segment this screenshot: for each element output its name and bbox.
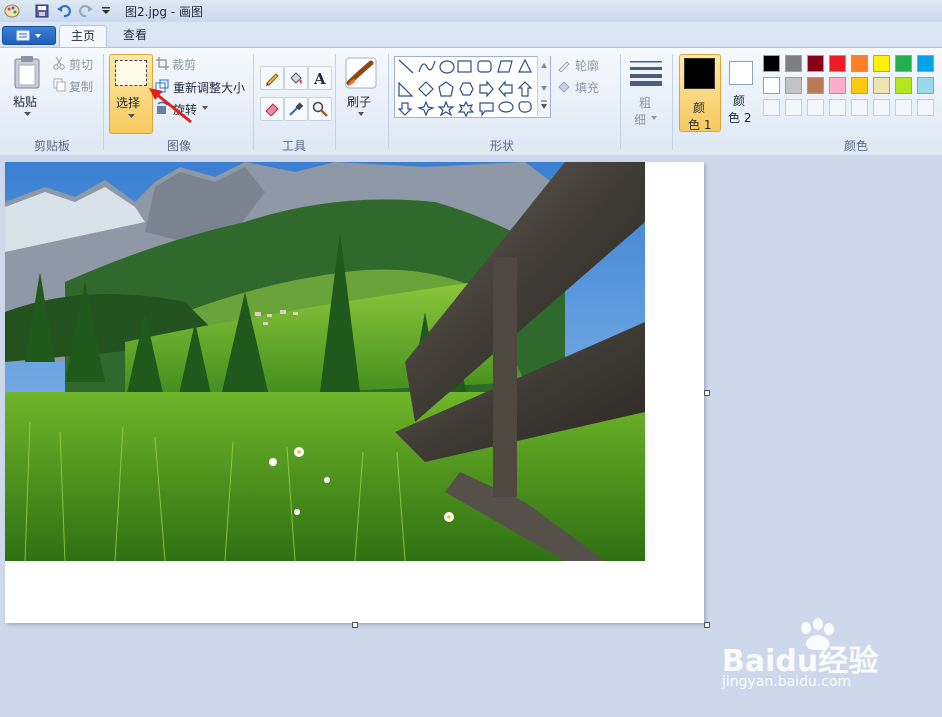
title-bar: 图2.jpg - 画图 [0, 0, 942, 23]
palette-swatch[interactable] [829, 77, 846, 94]
palette-swatch[interactable] [895, 99, 912, 116]
palette-swatch[interactable] [829, 99, 846, 116]
group-divider [620, 54, 621, 150]
palette-swatch[interactable] [851, 55, 868, 72]
palette-swatch[interactable] [917, 99, 934, 116]
window-title: 图2.jpg - 画图 [125, 5, 203, 19]
tab-view[interactable]: 查看 [112, 25, 158, 47]
cut-button[interactable]: 剪切 [69, 56, 93, 73]
palette-swatch[interactable] [895, 55, 912, 72]
watermark-url: jingyan.baidu.com [722, 674, 852, 690]
color-2-swatch[interactable] [729, 61, 753, 85]
paste-button[interactable]: 粘贴 [13, 93, 37, 110]
shapes-scrollbar[interactable] [537, 56, 550, 116]
palette-swatch[interactable] [785, 99, 802, 116]
colors-group-label: 颜色 [843, 139, 868, 153]
text-icon[interactable]: A [308, 66, 332, 90]
resize-handle-right[interactable] [704, 390, 710, 396]
crop-icon [155, 56, 169, 70]
eraser-icon[interactable] [260, 97, 284, 121]
palette-swatch[interactable] [785, 77, 802, 94]
color-picker-icon[interactable] [284, 97, 308, 121]
file-menu-button[interactable] [2, 26, 56, 45]
magnifier-icon[interactable] [308, 97, 332, 121]
annotation-arrow-icon [149, 88, 192, 124]
clipboard-group-label: 剪贴板 [33, 139, 70, 153]
fill-bucket-icon[interactable] [284, 66, 308, 90]
copy-button[interactable]: 复制 [69, 78, 93, 95]
palette-swatch[interactable] [807, 99, 824, 116]
fill-icon [557, 80, 571, 94]
palette-swatch[interactable] [851, 77, 868, 94]
outline-button[interactable]: 轮廓 [575, 57, 599, 74]
canvas-image[interactable] [5, 162, 645, 561]
fill-button[interactable]: 填充 [575, 79, 599, 96]
tab-home[interactable]: 主页 [59, 25, 107, 48]
palette-swatch[interactable] [873, 99, 890, 116]
palette-swatch[interactable] [873, 77, 890, 94]
color-2-label-a[interactable]: 颜 [733, 92, 745, 109]
select-rectangle-icon [115, 60, 147, 86]
palette-swatch[interactable] [763, 55, 780, 72]
group-divider [388, 54, 389, 150]
group-divider [335, 54, 336, 150]
group-divider [672, 54, 673, 150]
palette-swatch[interactable] [807, 55, 824, 72]
size-lines-icon[interactable] [630, 58, 662, 88]
palette-swatch[interactable] [873, 55, 890, 72]
ribbon: 粘贴 剪切 复制 剪贴板 选择 裁剪 重新调整大小 旋转 图像 A 工具 刷子 … [0, 47, 942, 156]
color-1-button[interactable]: 颜 色 1 [679, 54, 721, 132]
palette-swatch[interactable] [917, 77, 934, 94]
size-dropdown-icon[interactable] [650, 115, 658, 121]
color-1-label-b: 色 1 [688, 118, 712, 132]
palette-swatch[interactable] [829, 55, 846, 72]
outline-icon [557, 58, 571, 72]
save-icon[interactable] [34, 3, 50, 19]
pencil-icon[interactable] [260, 66, 284, 90]
resize-handle-corner[interactable] [704, 622, 710, 628]
color-1-label-a: 颜 [693, 101, 706, 115]
select-dropdown-icon[interactable] [127, 113, 135, 119]
copy-icon [52, 78, 66, 92]
palette-swatch[interactable] [851, 99, 868, 116]
crop-button[interactable]: 裁剪 [172, 56, 196, 73]
palette-swatch[interactable] [763, 77, 780, 94]
tools-group-label: 工具 [281, 139, 306, 153]
palette-swatch[interactable] [917, 55, 934, 72]
scissors-icon [52, 56, 66, 70]
size-label-1[interactable]: 粗 [639, 94, 651, 111]
image-group-label: 图像 [166, 139, 191, 153]
color-1-swatch [684, 58, 715, 89]
customize-toolbar-icon[interactable] [98, 3, 114, 19]
resize-handle-bottom[interactable] [352, 622, 358, 628]
shapes-gallery [394, 56, 551, 118]
size-label-2[interactable]: 细 [634, 111, 646, 128]
group-divider [253, 54, 254, 150]
palette-swatch[interactable] [785, 55, 802, 72]
palette-swatch[interactable] [895, 77, 912, 94]
brushes-dropdown-icon[interactable] [357, 111, 365, 117]
brush-icon[interactable] [344, 56, 378, 90]
palette-swatch[interactable] [807, 77, 824, 94]
brushes-button[interactable]: 刷子 [347, 93, 371, 110]
paste-icon[interactable] [12, 54, 42, 90]
palette-swatch[interactable] [763, 99, 780, 116]
rotate-dropdown-icon[interactable] [201, 105, 209, 111]
shapes-group-label: 形状 [489, 139, 514, 153]
select-label: 选择 [116, 96, 141, 110]
color-2-label-b[interactable]: 色 2 [728, 109, 751, 126]
baidu-watermark: Baidu经验 jingyan.baidu.com [722, 618, 922, 690]
svg-text:A: A [313, 70, 326, 86]
paste-dropdown-icon[interactable] [22, 110, 32, 118]
redo-icon[interactable] [78, 3, 94, 19]
group-divider [103, 54, 104, 150]
paint-app-icon[interactable] [4, 3, 20, 19]
undo-icon[interactable] [56, 3, 72, 19]
